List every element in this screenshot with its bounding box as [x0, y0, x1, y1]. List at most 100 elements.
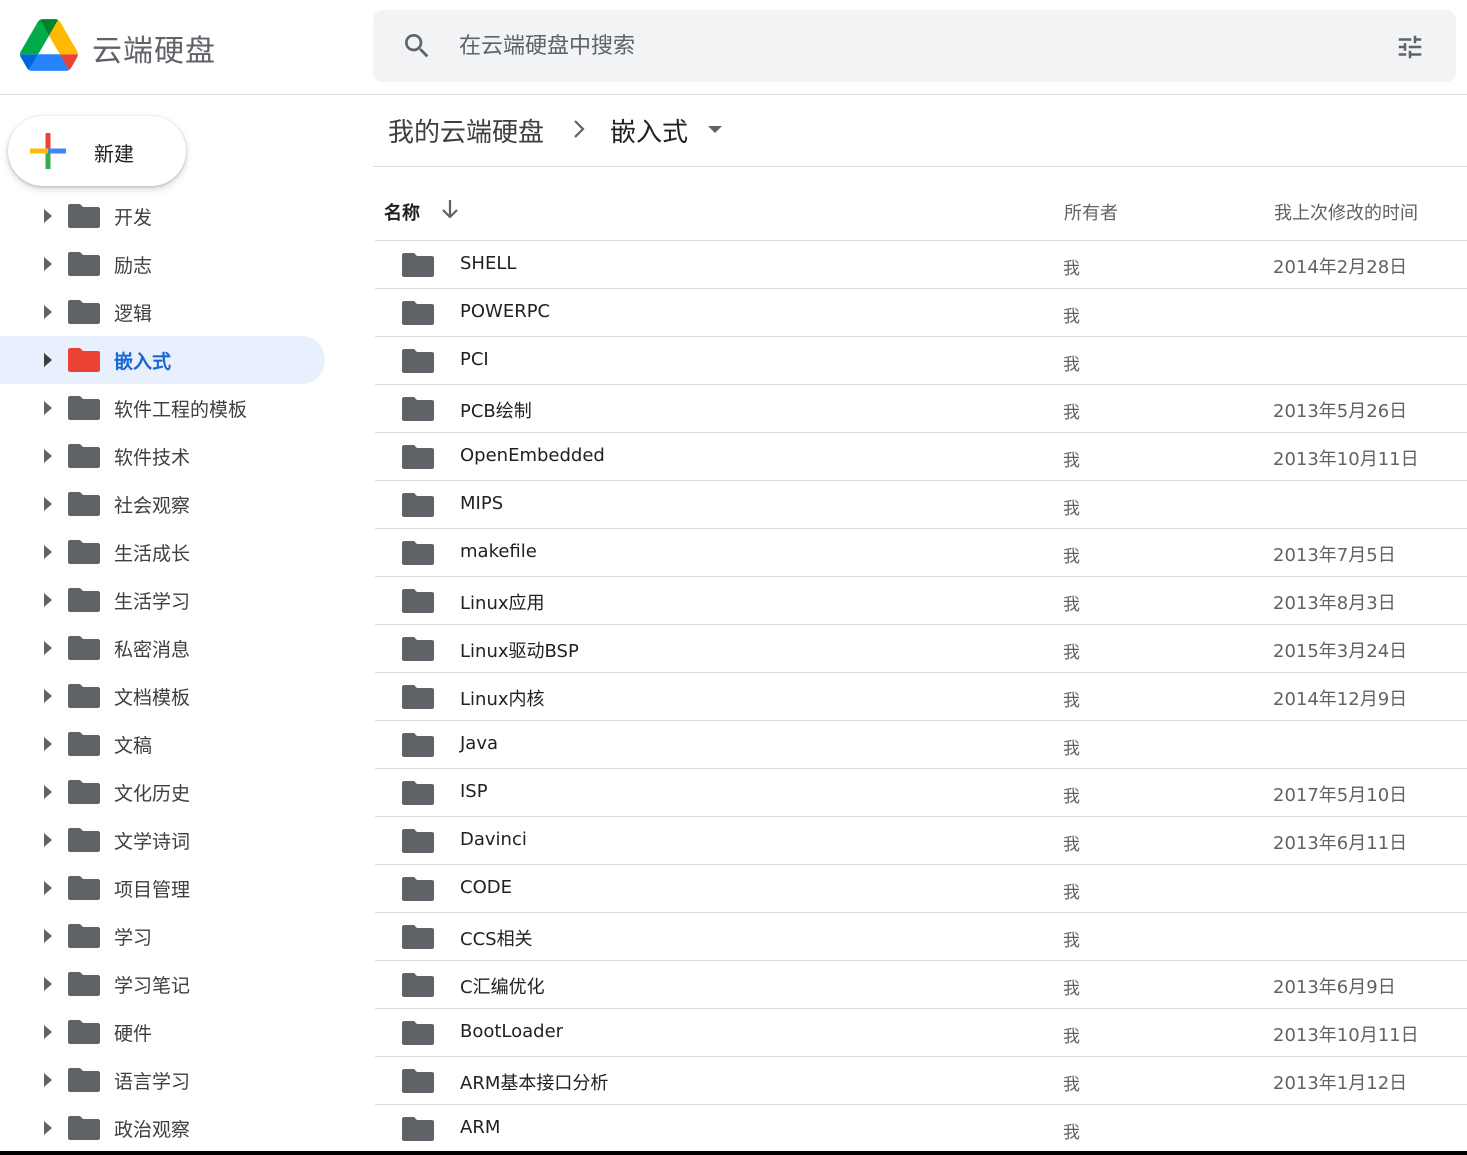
folder-icon — [402, 637, 434, 661]
file-row[interactable]: ARM 我 — [375, 1105, 1467, 1153]
file-row[interactable]: Linux驱动BSP 我 2015年3月24日 — [375, 625, 1467, 673]
sidebar-folder-item[interactable]: 软件工程的模板 — [0, 384, 325, 432]
file-modified-date: 2013年7月5日 — [1273, 545, 1396, 566]
file-row[interactable]: OpenEmbedded 我 2013年10月11日 — [375, 433, 1467, 481]
expand-arrow-icon[interactable] — [44, 545, 52, 559]
file-owner: 我 — [1063, 595, 1080, 615]
expand-arrow-icon[interactable] — [44, 689, 52, 703]
file-row[interactable]: PCB绘制 我 2013年5月26日 — [375, 385, 1467, 433]
arrow-down-icon[interactable] — [439, 198, 461, 220]
expand-arrow-icon[interactable] — [44, 977, 52, 991]
file-name: CODE — [460, 877, 512, 898]
list-header: 名称 所有者 我上次修改的时间 — [375, 180, 1467, 241]
plus-icon — [30, 133, 66, 169]
sidebar-folder-item[interactable]: 学习 — [0, 912, 325, 960]
folder-icon — [402, 493, 434, 517]
folder-icon — [402, 349, 434, 373]
folder-icon — [68, 540, 100, 564]
sidebar-folder-item[interactable]: 文学诗词 — [0, 816, 325, 864]
file-owner: 我 — [1063, 403, 1080, 423]
file-owner: 我 — [1063, 691, 1080, 711]
column-header-owner[interactable]: 所有者 — [1064, 199, 1118, 225]
file-row[interactable]: SHELL 我 2014年2月28日 — [375, 241, 1467, 289]
sidebar-folder-item[interactable]: 励志 — [0, 240, 325, 288]
sidebar-folder-item[interactable]: 开发 — [0, 192, 325, 240]
expand-arrow-icon[interactable] — [44, 257, 52, 271]
column-header-modified[interactable]: 我上次修改的时间 — [1274, 199, 1418, 225]
expand-arrow-icon[interactable] — [44, 449, 52, 463]
folder-icon — [68, 252, 100, 276]
new-button[interactable]: 新建 — [8, 116, 186, 186]
sidebar-folder-item[interactable]: 生活学习 — [0, 576, 325, 624]
file-row[interactable]: BootLoader 我 2013年10月11日 — [375, 1009, 1467, 1057]
new-button-label: 新建 — [94, 142, 134, 166]
file-owner: 我 — [1063, 259, 1080, 279]
expand-arrow-icon[interactable] — [44, 881, 52, 895]
folder-icon — [402, 733, 434, 757]
sidebar-folder-item[interactable]: 社会观察 — [0, 480, 325, 528]
expand-arrow-icon[interactable] — [44, 305, 52, 319]
sidebar-folder-label: 生活学习 — [114, 591, 191, 613]
expand-arrow-icon[interactable] — [44, 593, 52, 607]
expand-arrow-icon[interactable] — [44, 353, 52, 367]
file-row[interactable]: MIPS 我 — [375, 481, 1467, 529]
sidebar-folder-label: 文档模板 — [114, 687, 191, 709]
dropdown-arrow-icon[interactable] — [708, 126, 722, 133]
sidebar-folder-item[interactable]: 软件技术 — [0, 432, 325, 480]
file-row[interactable]: ARM基本接口分析 我 2013年1月12日 — [375, 1057, 1467, 1105]
expand-arrow-icon[interactable] — [44, 401, 52, 415]
sidebar-folder-item[interactable]: 嵌入式 — [0, 336, 325, 384]
expand-arrow-icon[interactable] — [44, 209, 52, 223]
file-row[interactable]: ISP 我 2017年5月10日 — [375, 769, 1467, 817]
app-title: 云端硬盘 — [92, 34, 216, 69]
file-row[interactable]: CODE 我 — [375, 865, 1467, 913]
expand-arrow-icon[interactable] — [44, 737, 52, 751]
sidebar-folder-label: 逻辑 — [114, 303, 153, 325]
google-drive-logo[interactable] — [20, 18, 78, 72]
expand-arrow-icon[interactable] — [44, 929, 52, 943]
sidebar-folder-item[interactable]: 政治观察 — [0, 1104, 325, 1152]
expand-arrow-icon[interactable] — [44, 641, 52, 655]
sidebar-folder-item[interactable]: 文档模板 — [0, 672, 325, 720]
sidebar-folder-item[interactable]: 学习笔记 — [0, 960, 325, 1008]
file-modified-date: 2013年6月9日 — [1273, 977, 1396, 998]
file-row[interactable]: Linux应用 我 2013年8月3日 — [375, 577, 1467, 625]
file-row[interactable]: Davinci 我 2013年6月11日 — [375, 817, 1467, 865]
file-modified-date: 2014年2月28日 — [1273, 257, 1408, 278]
sidebar-folder-item[interactable]: 私密消息 — [0, 624, 325, 672]
search-bar — [373, 10, 1456, 82]
file-row[interactable]: Java 我 — [375, 721, 1467, 769]
sidebar-folder-label: 文学诗词 — [114, 831, 191, 853]
expand-arrow-icon[interactable] — [44, 785, 52, 799]
folder-icon — [68, 732, 100, 756]
sidebar-folder-label: 私密消息 — [114, 639, 191, 661]
breadcrumb-root[interactable]: 我的云端硬盘 — [388, 112, 544, 149]
tune-icon[interactable] — [1395, 32, 1425, 62]
file-name: BootLoader — [460, 1021, 564, 1042]
expand-arrow-icon[interactable] — [44, 1121, 52, 1135]
search-icon[interactable] — [401, 30, 433, 62]
sidebar-folder-label: 学习 — [114, 927, 153, 949]
sidebar-folder-item[interactable]: 语言学习 — [0, 1056, 325, 1104]
expand-arrow-icon[interactable] — [44, 1025, 52, 1039]
expand-arrow-icon[interactable] — [44, 833, 52, 847]
expand-arrow-icon[interactable] — [44, 497, 52, 511]
file-row[interactable]: POWERPC 我 — [375, 289, 1467, 337]
file-row[interactable]: PCI 我 — [375, 337, 1467, 385]
column-header-name[interactable]: 名称 — [384, 199, 420, 225]
sidebar-folder-item[interactable]: 文稿 — [0, 720, 325, 768]
sidebar-folder-item[interactable]: 文化历史 — [0, 768, 325, 816]
sidebar-folder-item[interactable]: 硬件 — [0, 1008, 325, 1056]
expand-arrow-icon[interactable] — [44, 1073, 52, 1087]
file-row[interactable]: makefile 我 2013年7月5日 — [375, 529, 1467, 577]
breadcrumb-current[interactable]: 嵌入式 — [610, 112, 688, 149]
search-input[interactable] — [459, 10, 1359, 82]
file-row[interactable]: CCS相关 我 — [375, 913, 1467, 961]
sidebar-folder-item[interactable]: 项目管理 — [0, 864, 325, 912]
sidebar-folder-item[interactable]: 逻辑 — [0, 288, 325, 336]
folder-icon — [402, 301, 434, 325]
file-owner: 我 — [1063, 739, 1080, 759]
sidebar-folder-item[interactable]: 生活成长 — [0, 528, 325, 576]
file-row[interactable]: Linux内核 我 2014年12月9日 — [375, 673, 1467, 721]
file-row[interactable]: C汇编优化 我 2013年6月9日 — [375, 961, 1467, 1009]
